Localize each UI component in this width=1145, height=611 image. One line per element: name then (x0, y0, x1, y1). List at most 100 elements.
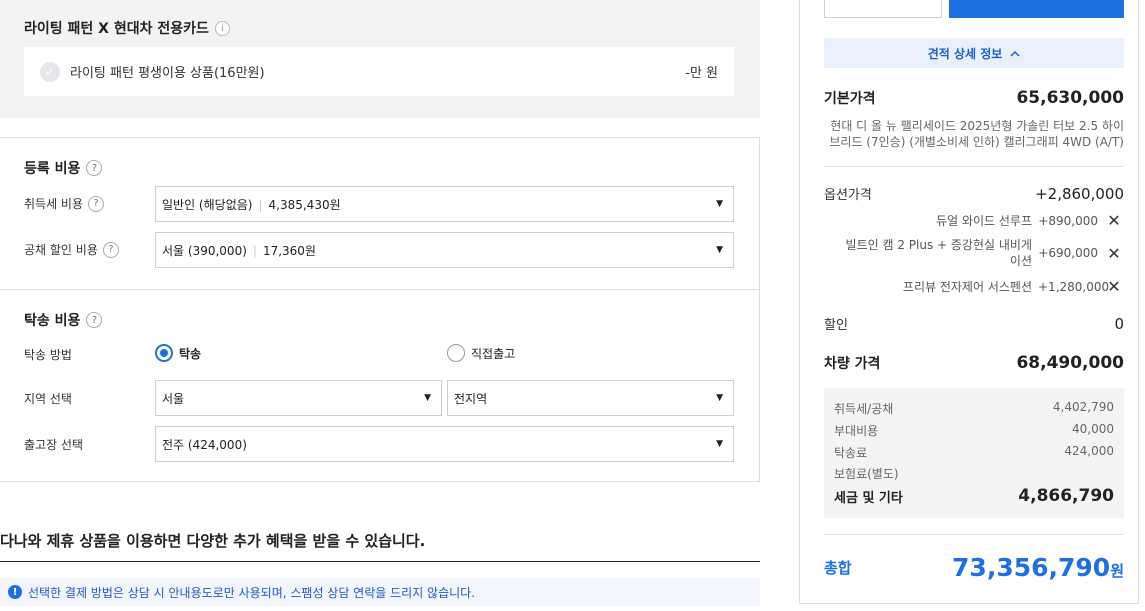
radio-checked-icon[interactable] (155, 344, 173, 362)
dropdown-arrow-icon: ▼ (716, 393, 723, 403)
radio-delivery[interactable]: 탁송 (155, 344, 201, 362)
acquisition-tax-label-text: 취득세 비용 (24, 197, 84, 211)
promo-headline: 다나와 제휴 상품을 이용하면 다양한 추가 혜택을 받을 수 있습니다. (0, 532, 426, 550)
lighting-card-option[interactable]: ✓ 라이팅 패턴 평생이용 상품(16만원) -만 원 (24, 47, 734, 96)
help-icon[interactable]: ? (88, 195, 105, 212)
radio-delivery-label: 탁송 (179, 346, 202, 361)
lighting-card-title: 라이팅 패턴 X 현대차 전용카드 i (24, 18, 230, 38)
tax-total-label: 세금 및 기타 (834, 490, 903, 506)
lighting-card-option-price: -만 원 (685, 66, 718, 81)
breakdown-label: 취득세/공채 (834, 402, 894, 416)
alert-icon: ! (8, 585, 22, 599)
delivery-cost-section: 탁송 비용 ? 탁송 방법 탁송 직접출고 지역 선택 서울 ▼ 전지역 ▼ 출… (0, 289, 760, 482)
depot-select[interactable]: 전주 (424,000) ▼ (155, 426, 734, 462)
grand-total-row: 총합 73,356,790원 (824, 553, 1124, 582)
grand-total-value-wrap: 73,356,790원 (952, 553, 1124, 582)
acquisition-tax-select-main: 일반인 (해당없음) (162, 197, 253, 212)
primary-button[interactable] (949, 0, 1124, 18)
tax-breakdown-box: 취득세/공채 4,402,790 부대비용 40,000 탁송료 424,000… (824, 388, 1124, 518)
region-select-text: 서울 (162, 391, 185, 406)
bond-discount-label-text: 공채 할인 비용 (24, 243, 98, 257)
breakdown-row: 보험료(별도) (834, 465, 1114, 482)
detail-toggle-label: 견적 상세 정보 (927, 46, 1003, 61)
radio-direct-pickup-label: 직접출고 (471, 346, 516, 361)
tax-total-value: 4,866,790 (1018, 486, 1114, 506)
acquisition-tax-select[interactable]: 일반인 (해당없음) | 4,385,430원 ▼ (155, 186, 734, 222)
detail-toggle[interactable]: 견적 상세 정보 (824, 38, 1124, 68)
breakdown-label: 보험료(별도) (834, 467, 899, 481)
delivery-cost-title-text: 탁송 비용 (24, 313, 81, 329)
vehicle-price-label: 차량 가격 (824, 356, 881, 372)
info-icon[interactable]: i (214, 20, 230, 36)
breakdown-value: 4,402,790 (1052, 400, 1114, 414)
bond-discount-select-text: 서울 (390,000) | 17,360원 (162, 242, 716, 259)
base-price-value: 65,630,000 (1016, 88, 1124, 108)
lighting-card-option-label: 라이팅 패턴 평생이용 상품(16만원) (70, 66, 265, 81)
breakdown-row: 취득세/공채 4,402,790 (834, 400, 1114, 417)
grand-total-unit: 원 (1110, 562, 1124, 580)
divider (824, 534, 1124, 535)
help-icon[interactable]: ? (86, 160, 103, 176)
breakdown-value: 424,000 (1064, 444, 1114, 458)
vehicle-price-value: 68,490,000 (1016, 353, 1124, 373)
sub-region-select[interactable]: 전지역 ▼ (447, 380, 734, 416)
delivery-method-label: 탁송 방법 (24, 348, 72, 362)
option-name: 빌트인 캠 2 Plus + 증강현실 내비게이션 (845, 238, 1032, 268)
breakdown-value: 40,000 (1072, 422, 1114, 436)
base-price-row: 기본가격 65,630,000 (824, 88, 1124, 108)
option-name: 프리뷰 전자제어 서스펜션 (902, 279, 1032, 294)
option-price: +890,000 (1038, 213, 1098, 228)
secondary-button[interactable] (824, 0, 942, 18)
divider: | (252, 243, 257, 258)
help-icon[interactable]: ? (86, 312, 103, 328)
option-price: +1,280,000 (1038, 279, 1110, 294)
chevron-up-icon (1010, 46, 1020, 60)
option-item: 빌트인 캠 2 Plus + 증강현실 내비게이션 +690,000 ✕ (824, 237, 1124, 269)
region-label: 지역 선택 (24, 392, 72, 406)
lighting-card-title-text: 라이팅 패턴 X 현대차 전용카드 (24, 21, 209, 37)
delivery-cost-title: 탁송 비용 ? (24, 310, 103, 330)
divider (0, 561, 760, 562)
dropdown-arrow-icon: ▼ (716, 199, 723, 209)
bond-discount-select[interactable]: 서울 (390,000) | 17,360원 ▼ (155, 232, 734, 268)
discount-value: 0 (1114, 314, 1124, 333)
lighting-card-section: 라이팅 패턴 X 현대차 전용카드 i ✓ 라이팅 패턴 평생이용 상품(16만… (0, 0, 760, 118)
discount-label: 할인 (824, 318, 848, 333)
depot-select-text: 전주 (424,000) (162, 437, 247, 452)
radio-unchecked-icon[interactable] (447, 344, 465, 362)
help-icon[interactable]: ? (102, 241, 119, 258)
remove-option-icon[interactable]: ✕ (1104, 277, 1124, 296)
dropdown-arrow-icon: ▼ (716, 439, 723, 449)
option-price-label: 옵션가격 (824, 188, 872, 203)
grand-total-value: 73,356,790 (952, 553, 1111, 582)
registration-cost-section: 등록 비용 ? 취득세 비용 ? 일반인 (해당없음) | 4,385,430원 ▼… (0, 137, 760, 289)
divider: | (258, 197, 263, 212)
option-price-row: 옵션가격 +2,860,000 (824, 184, 1124, 204)
radio-direct-pickup[interactable]: 직접출고 (447, 344, 515, 362)
breakdown-row: 탁송료 424,000 (834, 444, 1114, 461)
acquisition-tax-select-value: 4,385,430원 (268, 197, 341, 212)
estimate-form: 라이팅 패턴 X 현대차 전용카드 i ✓ 라이팅 패턴 평생이용 상품(16만… (0, 0, 760, 611)
remove-option-icon[interactable]: ✕ (1104, 244, 1124, 263)
acquisition-tax-label: 취득세 비용 ? (24, 195, 105, 212)
estimate-summary-panel: 견적 상세 정보 기본가격 65,630,000 현대 디 올 뉴 팰리세이드 … (799, 0, 1139, 604)
breakdown-label: 부대비용 (834, 424, 879, 438)
registration-cost-title-text: 등록 비용 (24, 161, 81, 177)
check-icon[interactable]: ✓ (40, 61, 60, 82)
bond-discount-select-value: 17,360원 (262, 243, 316, 258)
region-select[interactable]: 서울 ▼ (155, 380, 442, 416)
breakdown-label: 탁송료 (834, 446, 868, 460)
vehicle-price-row: 차량 가격 68,490,000 (824, 353, 1124, 373)
divider (824, 166, 1124, 167)
registration-cost-title: 등록 비용 ? (24, 158, 103, 178)
option-item: 프리뷰 전자제어 서스펜션 +1,280,000 ✕ (824, 277, 1124, 296)
grand-total-label: 총합 (824, 559, 852, 577)
bond-discount-label: 공채 할인 비용 ? (24, 241, 119, 258)
vehicle-description: 현대 디 올 뉴 팰리세이드 2025년형 가솔린 터보 2.5 하이브리드 (… (829, 119, 1124, 149)
tax-total-row: 세금 및 기타 4,866,790 (834, 486, 1114, 506)
sub-region-select-text: 전지역 (454, 391, 488, 406)
payment-notice: ! 선택한 결제 방법은 상담 시 안내용도로만 사용되며, 스팸성 상담 연락… (0, 578, 760, 606)
remove-option-icon[interactable]: ✕ (1104, 211, 1124, 230)
discount-row: 할인 0 (824, 314, 1124, 334)
breakdown-row: 부대비용 40,000 (834, 422, 1114, 439)
